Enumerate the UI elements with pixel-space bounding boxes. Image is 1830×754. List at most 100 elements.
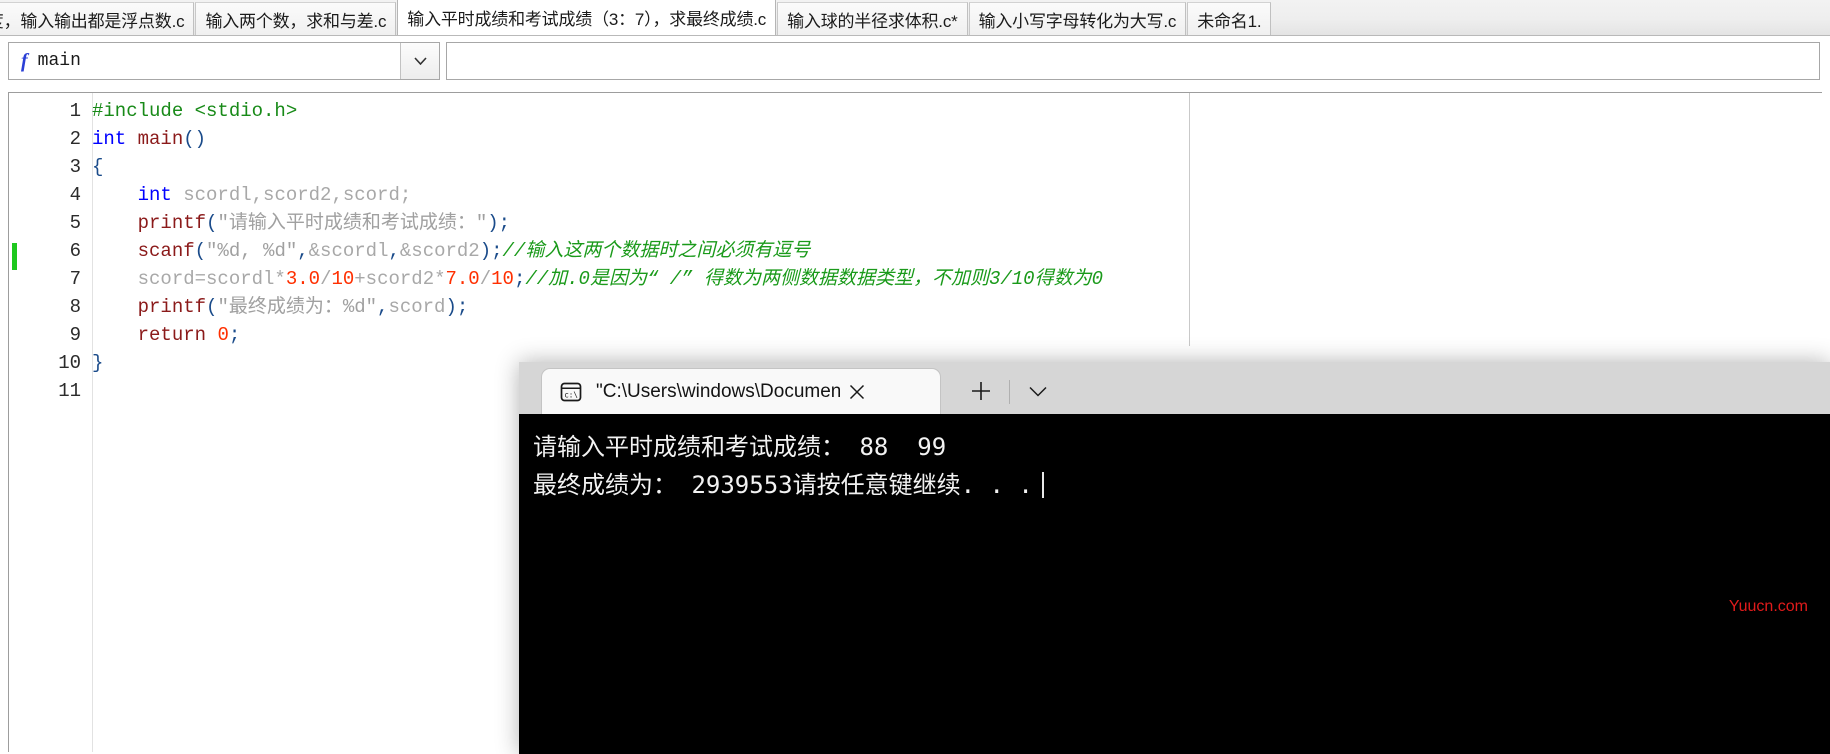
editor-tab-4[interactable]: 输入小写字母转化为大写.c — [968, 2, 1187, 35]
code-line: 6 scanf("%d, %d",&scordl,&scord2);//输入这两… — [9, 237, 1822, 265]
code-token: () — [183, 128, 207, 150]
code-token: ) — [487, 212, 499, 234]
code-token: main — [137, 128, 184, 150]
editor-tab-2-active[interactable]: 输入平时成绩和考试成绩（3：7），求最终成绩.c — [397, 0, 777, 35]
code-token: scanf — [137, 240, 195, 262]
editor-tab-label: 输入平时成绩和考试成绩（3：7），求最终成绩.c — [407, 10, 767, 29]
code-token: //输入这两个数据时之间必须有逗号 — [502, 240, 811, 262]
console-cmd-icon: c:\ — [558, 379, 584, 405]
code-token: ; — [513, 268, 526, 290]
line-number: 2 — [69, 128, 81, 150]
code-token: ; — [228, 324, 241, 346]
line-number: 10 — [58, 352, 81, 374]
editor-tab-label: 输入球的半径求体积.c* — [787, 11, 958, 31]
plus-icon[interactable] — [963, 368, 999, 414]
line-number: 9 — [69, 324, 81, 346]
code-token: 0 — [217, 324, 229, 346]
code-token: , — [297, 240, 309, 262]
editor-tab-bar: 温度，输入输出都是浮点数.c 输入两个数，求和与差.c 输入平时成绩和考试成绩（… — [0, 0, 1830, 36]
code-token: "请输入平时成绩和考试成绩：" — [217, 212, 488, 234]
console-titlebar[interactable]: c:\ "C:\Users\windows\Documen — [519, 362, 1830, 414]
editor-tab-5[interactable]: 未命名1. — [1187, 2, 1272, 35]
code-token: , — [377, 296, 389, 318]
editor-tab-label: 未命名1. — [1197, 11, 1262, 31]
watermark: Yuucn.com — [1728, 598, 1808, 615]
code-token: int — [137, 184, 172, 206]
code-token: "%d, %d" — [206, 240, 298, 262]
code-line: 1 #include <stdio.h> — [9, 97, 1822, 125]
line-number: 6 — [69, 240, 81, 262]
toolbar-divider — [1009, 380, 1010, 404]
console-line: 最终成绩为： 2939553请按任意键继续. . . — [533, 466, 1830, 504]
code-token: ; — [491, 240, 503, 262]
code-line: 3{ — [9, 153, 1822, 181]
console-tab[interactable]: c:\ "C:\Users\windows\Documen — [541, 368, 941, 414]
code-line: 9 return 0; — [9, 321, 1822, 349]
chevron-down-icon[interactable] — [1020, 368, 1056, 414]
code-line: 7 scord=scordl*3.0/10+scord2*7.0/10;//加.… — [9, 265, 1822, 293]
code-token: #include <stdio.h> — [92, 100, 298, 122]
chevron-down-icon[interactable] — [400, 43, 439, 79]
editor-tab-label: 输入两个数，求和与差.c — [205, 11, 387, 31]
code-token: ) — [479, 240, 492, 262]
code-token: &scordl — [308, 240, 389, 262]
editor-tab-label: 温度，输入输出都是浮点数.c — [0, 11, 185, 31]
code-token: scord — [388, 296, 446, 318]
function-dropdown-value: main — [37, 51, 81, 71]
code-token: / — [320, 268, 332, 290]
editor-tab-3[interactable]: 输入球的半径求体积.c* — [777, 2, 968, 35]
editor-tab-label: 输入小写字母转化为大写.c — [978, 11, 1177, 31]
code-token: +scord2* — [354, 268, 446, 290]
console-window[interactable]: c:\ "C:\Users\windows\Documen 请输入平时成绩和考试… — [519, 362, 1830, 754]
code-token: ; — [456, 296, 469, 318]
code-token: 10 — [331, 268, 355, 290]
code-token: scord=scordl* — [137, 268, 286, 290]
line-number: 3 — [69, 156, 81, 178]
line-number: 5 — [69, 212, 81, 234]
code-token: / — [479, 268, 492, 290]
secondary-dropdown[interactable] — [446, 42, 1820, 80]
code-token: printf — [137, 296, 207, 318]
code-token: , — [388, 240, 400, 262]
svg-text:c:\: c:\ — [564, 390, 578, 399]
code-token: //加.0是因为“ /” 得数为两侧数据数据类型，不加则3/10得数为0 — [525, 268, 1103, 290]
code-token: ; — [498, 212, 511, 234]
code-token: printf — [137, 212, 207, 234]
code-token: scordl,scord2,scord; — [171, 184, 412, 206]
code-token: return — [137, 324, 207, 346]
code-token: int — [92, 128, 127, 150]
code-token: ) — [445, 296, 457, 318]
code-line: 4 int scordl,scord2,scord; — [9, 181, 1822, 209]
code-token: ( — [194, 240, 207, 262]
code-line: 5 printf("请输入平时成绩和考试成绩："); — [9, 209, 1822, 237]
line-number: 1 — [69, 100, 81, 122]
editor-tab-0[interactable]: 温度，输入输出都是浮点数.c — [0, 2, 195, 35]
function-selector-row: f main — [0, 36, 1830, 88]
line-number: 11 — [58, 380, 81, 402]
editor-tab-1[interactable]: 输入两个数，求和与差.c — [195, 2, 397, 35]
code-line: 2 int main() — [9, 125, 1822, 153]
line-number: 4 — [69, 184, 81, 206]
function-dropdown[interactable]: f main — [8, 42, 440, 80]
console-line: 请输入平时成绩和考试成绩： 88 99 — [533, 433, 947, 461]
code-line: 8 printf("最终成绩为：%d",scord); — [9, 293, 1822, 321]
console-cursor — [1041, 472, 1044, 498]
code-token: ( — [206, 212, 218, 234]
function-f-icon: f — [21, 50, 28, 72]
console-output-text: 请输入平时成绩和考试成绩： 88 99 最终成绩为： 2939553请按任意键继续… — [533, 428, 1830, 504]
code-token: 10 — [491, 268, 514, 290]
console-tab-title: "C:\Users\windows\Documen — [596, 380, 840, 402]
code-token: "最终成绩为：%d" — [217, 296, 378, 318]
code-token: &scord2 — [399, 240, 480, 262]
code-token: 7.0 — [445, 268, 480, 290]
close-icon[interactable] — [842, 377, 872, 407]
console-output-area[interactable]: 请输入平时成绩和考试成绩： 88 99 最终成绩为： 2939553请按任意键继续… — [519, 414, 1830, 754]
code-token: ( — [206, 296, 218, 318]
